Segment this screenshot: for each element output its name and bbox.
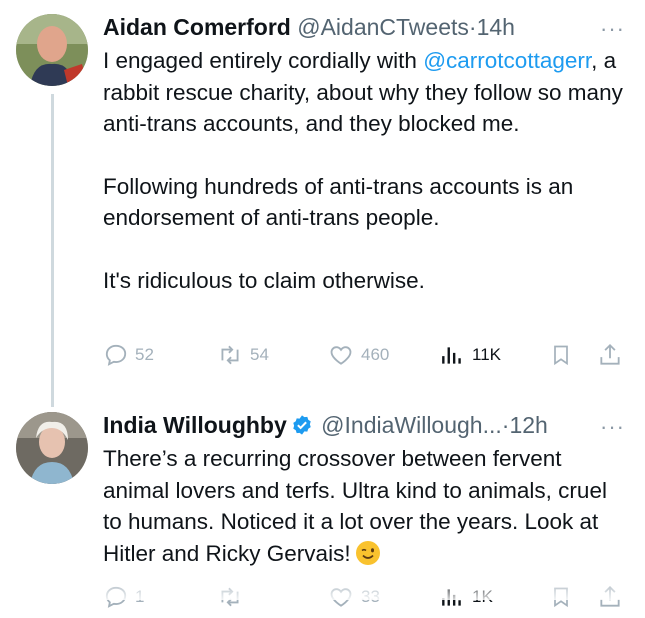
like-count: 460 <box>361 345 390 364</box>
analytics-icon <box>442 347 461 364</box>
like-button[interactable]: 460 <box>327 342 389 368</box>
mention-link[interactable]: @carrotcottagerr <box>423 48 591 73</box>
timestamp[interactable]: 14h <box>477 14 515 40</box>
author-name[interactable]: Aidan Comerford <box>103 14 291 40</box>
heart-icon <box>330 346 352 365</box>
paragraph-1: There’s a recurring crossover between fe… <box>103 443 623 569</box>
bottom-fade <box>0 578 645 600</box>
separator: · <box>468 14 477 40</box>
reply-icon <box>105 344 127 366</box>
avatar[interactable] <box>16 14 88 86</box>
retweet-icon <box>221 345 239 365</box>
retweet-button[interactable]: 54 <box>216 342 269 368</box>
retweet-count: 54 <box>250 345 269 364</box>
view-count: 11K <box>472 345 501 364</box>
avatar[interactable] <box>16 412 88 484</box>
more-options-icon[interactable]: ··· <box>600 16 625 42</box>
tweet-text: I engaged entirely cordially with @carro… <box>103 45 633 296</box>
winking-face-icon <box>355 540 381 566</box>
paragraph-2: Following hundreds of anti-trans account… <box>103 173 574 231</box>
author-name[interactable]: India Willoughby <box>103 412 287 438</box>
paragraph-1: I engaged entirely cordially with @carro… <box>103 45 633 140</box>
share-icon <box>600 343 620 365</box>
bookmark-button[interactable] <box>549 342 573 368</box>
tweet-header: Aidan Comerford @AidanCTweets·14h <box>103 14 515 41</box>
share-button[interactable] <box>597 342 623 368</box>
views-button[interactable]: 11K <box>438 342 501 368</box>
bookmark-icon <box>554 345 568 366</box>
tweet-india[interactable]: India Willoughby @IndiaWillough...·12h ·… <box>0 400 645 608</box>
timestamp[interactable]: 12h <box>509 412 547 438</box>
action-bar: 52 54 460 11K <box>103 342 631 376</box>
text-line: I engaged entirely cordially with <box>103 48 417 73</box>
reply-count: 52 <box>135 345 154 364</box>
reply-button[interactable]: 52 <box>103 342 154 368</box>
author-handle[interactable]: @AidanCTweets <box>297 14 469 40</box>
more-options-icon[interactable]: ··· <box>600 414 625 440</box>
tweet-aidan[interactable]: Aidan Comerford @AidanCTweets·14h ··· I … <box>0 0 645 400</box>
tweet-text: There’s a recurring crossover between fe… <box>103 443 623 569</box>
verified-badge-icon <box>291 414 313 442</box>
author-handle[interactable]: @IndiaWillough... <box>321 412 502 438</box>
paragraph-3: It's ridiculous to claim otherwise. <box>103 267 425 293</box>
tweet-header: India Willoughby @IndiaWillough...·12h <box>103 412 548 442</box>
